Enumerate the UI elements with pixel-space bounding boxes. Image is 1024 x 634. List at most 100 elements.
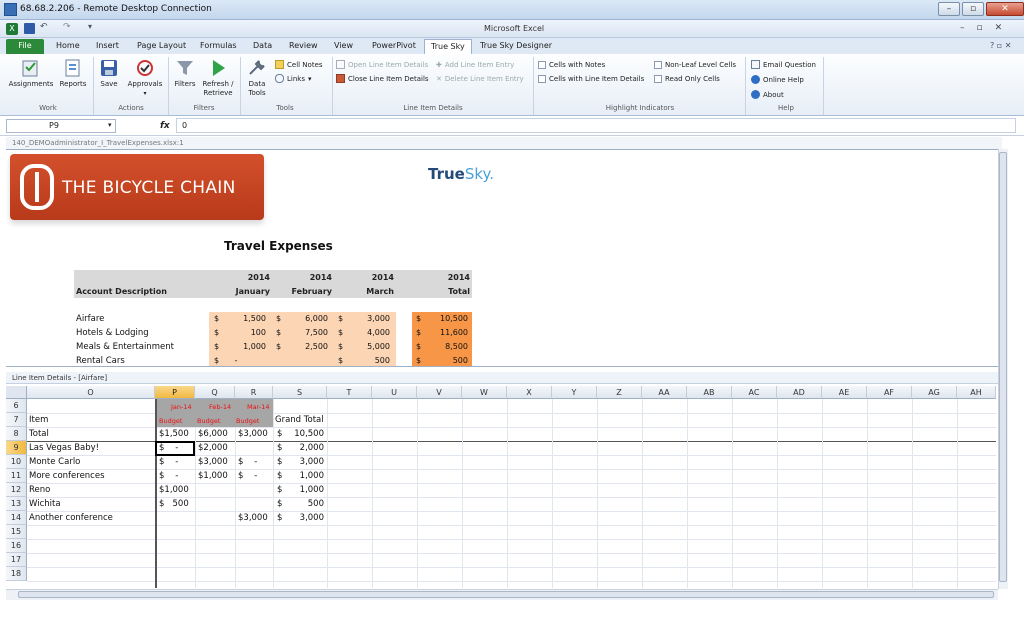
col-header[interactable]: W xyxy=(462,386,507,399)
cell-value[interactable]: 2,000 xyxy=(286,441,324,455)
excel-window-controls[interactable]: –▫✕ xyxy=(960,23,1014,33)
tab-view[interactable]: View xyxy=(328,39,359,54)
tab-true-sky-designer[interactable]: True Sky Designer xyxy=(474,39,558,54)
tab-insert[interactable]: Insert xyxy=(90,39,125,54)
col-header[interactable]: AA xyxy=(642,386,687,399)
add-line-item-entry-button[interactable]: ✚ Add Line Item Entry xyxy=(436,58,514,71)
refresh-retrieve-button[interactable]: Refresh / Retrieve xyxy=(199,58,237,98)
cell-value[interactable]: 500 xyxy=(340,356,390,365)
cell-value[interactable]: 1,000 xyxy=(286,483,324,497)
col-header[interactable]: Q xyxy=(195,386,235,399)
online-help-button[interactable]: Online Help xyxy=(751,73,804,86)
cell-value[interactable]: 5,000 xyxy=(340,342,390,351)
col-header[interactable]: T xyxy=(327,386,372,399)
item-name[interactable]: More conferences xyxy=(29,469,105,483)
cell-value[interactable]: $ - xyxy=(159,441,178,455)
cell-value[interactable]: $3,000 xyxy=(238,427,268,441)
col-header[interactable]: AB xyxy=(687,386,732,399)
col-header[interactable]: AG xyxy=(912,386,957,399)
help-question-icon[interactable]: ? ▫ ✕ xyxy=(990,41,1011,50)
delete-line-item-entry-button[interactable]: ✕ Delete Line Item Entry xyxy=(436,72,524,85)
cell-value[interactable]: 1,000 xyxy=(216,342,266,351)
insert-function-icon[interactable]: fx xyxy=(160,121,170,131)
col-header[interactable]: X xyxy=(507,386,552,399)
tab-review[interactable]: Review xyxy=(283,39,324,54)
cell-value[interactable]: 500 xyxy=(418,356,468,365)
minimize-button[interactable]: – xyxy=(938,2,960,16)
chevron-down-icon[interactable]: ▾ xyxy=(108,121,112,129)
row-header[interactable]: 15 xyxy=(6,525,27,539)
item-name[interactable]: Wichita xyxy=(29,497,61,511)
cell-value[interactable]: $1,000 xyxy=(159,483,189,497)
item-name[interactable]: Las Vegas Baby! xyxy=(29,441,99,455)
vertical-scroll-thumb[interactable] xyxy=(999,152,1007,582)
cell-value[interactable]: 11,600 xyxy=(418,328,468,337)
tab-true-sky[interactable]: True Sky xyxy=(424,39,472,54)
row-header[interactable]: 12 xyxy=(6,483,27,497)
customize-quick-access-icon[interactable]: ▾ xyxy=(88,22,92,31)
cell-value[interactable]: 2,500 xyxy=(278,342,328,351)
cell-value[interactable]: $1,000 xyxy=(198,469,228,483)
cell-value[interactable]: $3,000 xyxy=(198,455,228,469)
row-header[interactable]: 8 xyxy=(6,427,27,441)
filters-button[interactable]: Filters xyxy=(171,58,199,89)
item-name[interactable]: Monte Carlo xyxy=(29,455,80,469)
col-header[interactable]: AF xyxy=(867,386,912,399)
cell-value[interactable]: $ - xyxy=(159,469,178,483)
col-header[interactable]: Z xyxy=(597,386,642,399)
cell-notes-button[interactable]: Cell Notes xyxy=(275,58,323,71)
cell-value[interactable]: $3,000 xyxy=(238,511,268,525)
cell-value[interactable]: 500 xyxy=(286,497,324,511)
non-leaf-level-cells-checkbox[interactable]: Non-Leaf Level Cells xyxy=(654,58,736,71)
approvals-button[interactable]: Approvals ▾ xyxy=(124,58,166,98)
tab-file[interactable]: File xyxy=(6,39,44,54)
about-button[interactable]: About xyxy=(751,88,784,101)
cell-value[interactable]: 3,000 xyxy=(286,511,324,525)
links-button[interactable]: Links ▾ xyxy=(275,72,312,85)
col-header[interactable]: AH xyxy=(957,386,996,399)
maximize-button[interactable]: ▫ xyxy=(962,2,984,16)
col-header[interactable]: S xyxy=(273,386,327,399)
close-button[interactable]: ✕ xyxy=(986,2,1024,16)
data-tools-button[interactable]: Data Tools xyxy=(243,58,271,98)
row-header[interactable]: 13 xyxy=(6,497,27,511)
cell-value[interactable]: $2,000 xyxy=(198,441,228,455)
cell-value[interactable]: - xyxy=(216,356,256,365)
col-header[interactable]: AE xyxy=(822,386,867,399)
select-all-corner[interactable] xyxy=(6,386,27,399)
horizontal-scroll-thumb[interactable] xyxy=(18,591,994,598)
row-header[interactable]: 9 xyxy=(6,441,27,455)
row-header[interactable]: 6 xyxy=(6,399,27,413)
cell-value[interactable]: 6,000 xyxy=(278,314,328,323)
email-question-button[interactable]: Email Question xyxy=(751,58,816,71)
cell-value[interactable]: 10,500 xyxy=(418,314,468,323)
item-header[interactable]: Item xyxy=(29,413,48,427)
row-header[interactable]: 11 xyxy=(6,469,27,483)
cells-with-notes-checkbox[interactable]: Cells with Notes xyxy=(538,58,605,71)
open-line-item-details-button[interactable]: Open Line Item Details xyxy=(336,58,428,71)
cell-value[interactable]: 1,500 xyxy=(216,314,266,323)
save-ribbon-button[interactable]: Save xyxy=(96,58,122,89)
tab-formulas[interactable]: Formulas xyxy=(194,39,243,54)
save-icon[interactable] xyxy=(24,23,35,34)
tab-powerpivot[interactable]: PowerPivot xyxy=(366,39,422,54)
cell-value[interactable]: 8,500 xyxy=(418,342,468,351)
col-header[interactable]: U xyxy=(372,386,417,399)
undo-icon[interactable]: ↶ xyxy=(40,22,48,32)
col-header[interactable]: P xyxy=(155,386,195,399)
row-header[interactable]: 16 xyxy=(6,539,27,553)
item-name[interactable]: Reno xyxy=(29,483,50,497)
reports-button[interactable]: Reports xyxy=(57,58,89,89)
tab-page-layout[interactable]: Page Layout xyxy=(131,39,192,54)
cell-value[interactable]: 7,500 xyxy=(278,328,328,337)
row-header[interactable]: 17 xyxy=(6,553,27,567)
read-only-cells-checkbox[interactable]: Read Only Cells xyxy=(654,72,720,85)
cell-value[interactable]: $ - xyxy=(159,455,178,469)
name-box[interactable]: P9 xyxy=(6,119,116,133)
row-header[interactable]: 7 xyxy=(6,413,27,427)
close-line-item-details-button[interactable]: Close Line Item Details xyxy=(336,72,429,85)
cell-value[interactable]: 1,000 xyxy=(286,469,324,483)
cell-value[interactable]: $ - xyxy=(238,469,257,483)
item-name[interactable]: Another conference xyxy=(29,511,113,525)
assignments-button[interactable]: Assignments xyxy=(6,58,56,89)
